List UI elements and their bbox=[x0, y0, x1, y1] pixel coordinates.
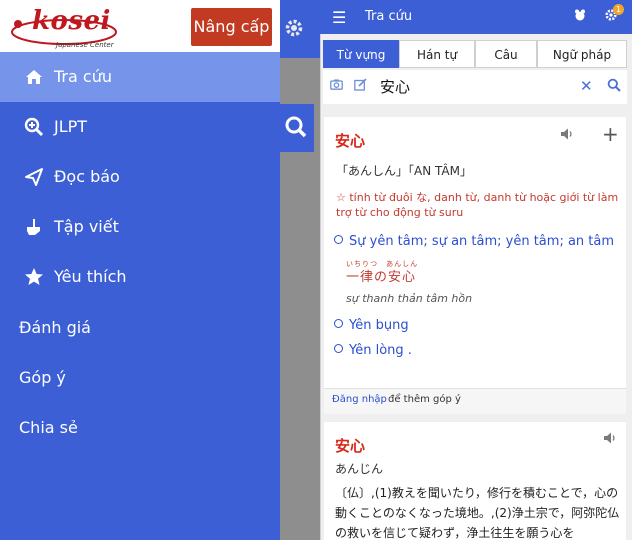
meaning-item: Yên bụng bbox=[334, 318, 409, 333]
nav-item-label: Góp ý bbox=[19, 368, 66, 387]
search-icon bbox=[285, 116, 307, 138]
part-of-speech: ☆ tính từ đuôi な, danh từ, danh từ hoặc … bbox=[336, 191, 619, 219]
reading-text: 「あんしん」「AN TÂM」 bbox=[336, 164, 472, 178]
reading-text: あんじん bbox=[335, 462, 384, 476]
top-bar-title: Tra cứu bbox=[365, 9, 413, 24]
bullet-icon bbox=[334, 344, 343, 353]
underlying-search-button bbox=[280, 104, 314, 152]
nav-item-label: Chia sẻ bbox=[19, 418, 78, 437]
dimmed-overlay[interactable] bbox=[280, 0, 320, 540]
search-input[interactable] bbox=[380, 75, 560, 97]
handwriting-icon[interactable] bbox=[354, 78, 367, 95]
login-link[interactable]: Đăng nhập bbox=[332, 394, 387, 405]
send-icon bbox=[22, 152, 46, 205]
contribute-text: để thêm góp ý bbox=[388, 394, 461, 405]
bullet-icon bbox=[334, 319, 343, 328]
nav-item-news[interactable]: Đọc báo bbox=[0, 152, 280, 202]
meaning-text: Sự yên tâm; sự an tâm; yên tâm; an tâm bbox=[349, 234, 615, 249]
nav-item-rate[interactable]: Đánh giá bbox=[0, 303, 280, 353]
add-icon[interactable]: + bbox=[602, 122, 619, 146]
speaker-icon[interactable] bbox=[603, 431, 617, 449]
hamburger-menu-icon[interactable]: ☰ bbox=[332, 8, 346, 27]
tab-vocabulary[interactable]: Từ vựng bbox=[323, 40, 399, 68]
mascot-icon[interactable] bbox=[574, 9, 586, 25]
search-type-tabs: Từ vựng Hán tự Câu Ngữ pháp bbox=[323, 40, 627, 68]
nav-item-label: JLPT bbox=[54, 117, 88, 136]
meaning-item: Sự yên tâm; sự an tâm; yên tâm; an tâm bbox=[334, 234, 614, 249]
tab-grammar[interactable]: Ngữ pháp bbox=[537, 40, 627, 68]
nav-item-lookup[interactable]: Tra cứu bbox=[0, 52, 280, 102]
clear-icon[interactable]: ✕ bbox=[580, 77, 593, 95]
zoom-icon bbox=[22, 102, 46, 155]
meaning-text: Yên lòng . bbox=[349, 343, 412, 358]
nav-item-share[interactable]: Chia sẻ bbox=[0, 403, 280, 453]
logo-text: kosei bbox=[32, 6, 111, 36]
definition-text: 〔仏〕,(1)教えを聞いたり，修行を積むことで，心の動くことのなくなった境地。,… bbox=[335, 486, 620, 540]
nav-item-label: Yêu thích bbox=[54, 267, 127, 286]
example-translation: sự thanh thản tâm hồn bbox=[346, 292, 473, 305]
notification-badge: 1 bbox=[613, 4, 624, 15]
upgrade-button[interactable]: Nâng cấp bbox=[191, 8, 272, 46]
nav-item-label: Đánh giá bbox=[19, 318, 91, 337]
meaning-item: Yên lòng . bbox=[334, 343, 412, 358]
nav-item-label: Tra cứu bbox=[54, 67, 112, 86]
example-sentence: 一律の安心 bbox=[346, 270, 417, 285]
logo-subtitle: Japanese Center bbox=[56, 41, 114, 49]
search-icon[interactable] bbox=[607, 77, 621, 92]
nav-item-label: Tập viết bbox=[54, 217, 119, 236]
settings-gear-icon bbox=[283, 17, 305, 45]
bullet-icon bbox=[334, 235, 343, 244]
headword: 安心 bbox=[335, 132, 366, 150]
nav-item-label: Đọc báo bbox=[54, 167, 120, 186]
tab-sentence[interactable]: Câu bbox=[475, 40, 537, 68]
nav-item-writing[interactable]: Tập viết bbox=[0, 202, 280, 252]
nav-item-jlpt[interactable]: JLPT bbox=[0, 102, 280, 152]
home-icon bbox=[22, 52, 46, 105]
meaning-text: Yên bụng bbox=[349, 318, 409, 333]
star-icon bbox=[22, 252, 46, 305]
pen-hand-icon bbox=[22, 202, 46, 255]
camera-icon[interactable] bbox=[330, 79, 343, 93]
headword: 安心 bbox=[335, 437, 366, 455]
nav-item-feedback[interactable]: Góp ý bbox=[0, 353, 280, 403]
speaker-icon[interactable] bbox=[560, 127, 574, 145]
nav-item-favorites[interactable]: Yêu thích bbox=[0, 252, 280, 302]
tab-kanji[interactable]: Hán tự bbox=[399, 40, 475, 68]
